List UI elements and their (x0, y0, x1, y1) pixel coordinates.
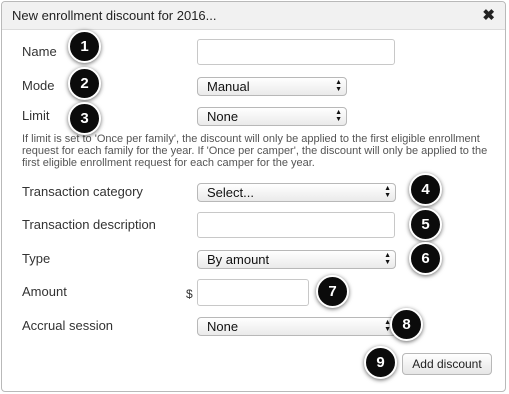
type-select[interactable]: By amount ▲ ▼ (197, 250, 396, 269)
name-label: Name (22, 44, 57, 59)
mode-select-value: Manual (207, 79, 250, 94)
updown-arrows-icon: ▲ ▼ (335, 79, 342, 93)
callout-badge-3: 3 (68, 102, 101, 135)
mode-select[interactable]: Manual ▲ ▼ (197, 77, 347, 96)
amount-input[interactable] (197, 279, 309, 306)
amount-label: Amount (22, 284, 67, 299)
type-select-value: By amount (207, 252, 270, 267)
callout-badge-1: 1 (68, 30, 101, 63)
updown-arrows-icon: ▲ ▼ (335, 109, 342, 123)
accrual-session-select[interactable]: None ▲ ▼ (197, 317, 396, 336)
type-label: Type (22, 251, 51, 266)
add-discount-button[interactable]: Add discount (402, 353, 492, 375)
callout-badge-5: 5 (409, 208, 442, 241)
close-icon[interactable]: ✖ (482, 6, 495, 24)
callout-badge-2: 2 (68, 67, 101, 100)
transaction-description-label: Transaction description (22, 217, 156, 232)
mode-label: Mode (22, 78, 55, 93)
transaction-category-select[interactable]: Select... ▲ ▼ (197, 183, 396, 202)
limit-select-value: None (207, 109, 239, 124)
dialog-titlebar: New enrollment discount for 2016... ✖ (2, 2, 505, 30)
limit-label: Limit (22, 108, 50, 123)
transaction-category-select-value: Select... (207, 185, 254, 200)
callout-badge-7: 7 (316, 275, 349, 308)
dialog-title: New enrollment discount for 2016... (12, 8, 217, 23)
limit-select[interactable]: None ▲ ▼ (197, 107, 347, 126)
limit-help-text: If limit is set to 'Once per family', th… (22, 133, 488, 169)
name-input[interactable] (197, 39, 395, 65)
accrual-session-label: Accrual session (22, 318, 114, 333)
transaction-category-label: Transaction category (22, 184, 143, 199)
currency-symbol: $ (186, 287, 193, 301)
updown-arrows-icon: ▲ ▼ (384, 252, 391, 266)
callout-badge-8: 8 (390, 308, 423, 341)
callout-badge-4: 4 (409, 173, 442, 206)
updown-arrows-icon: ▲ ▼ (384, 185, 391, 199)
transaction-description-input[interactable] (197, 212, 395, 238)
accrual-session-select-value: None (207, 319, 239, 334)
callout-badge-6: 6 (409, 242, 442, 275)
callout-badge-9: 9 (364, 346, 397, 379)
